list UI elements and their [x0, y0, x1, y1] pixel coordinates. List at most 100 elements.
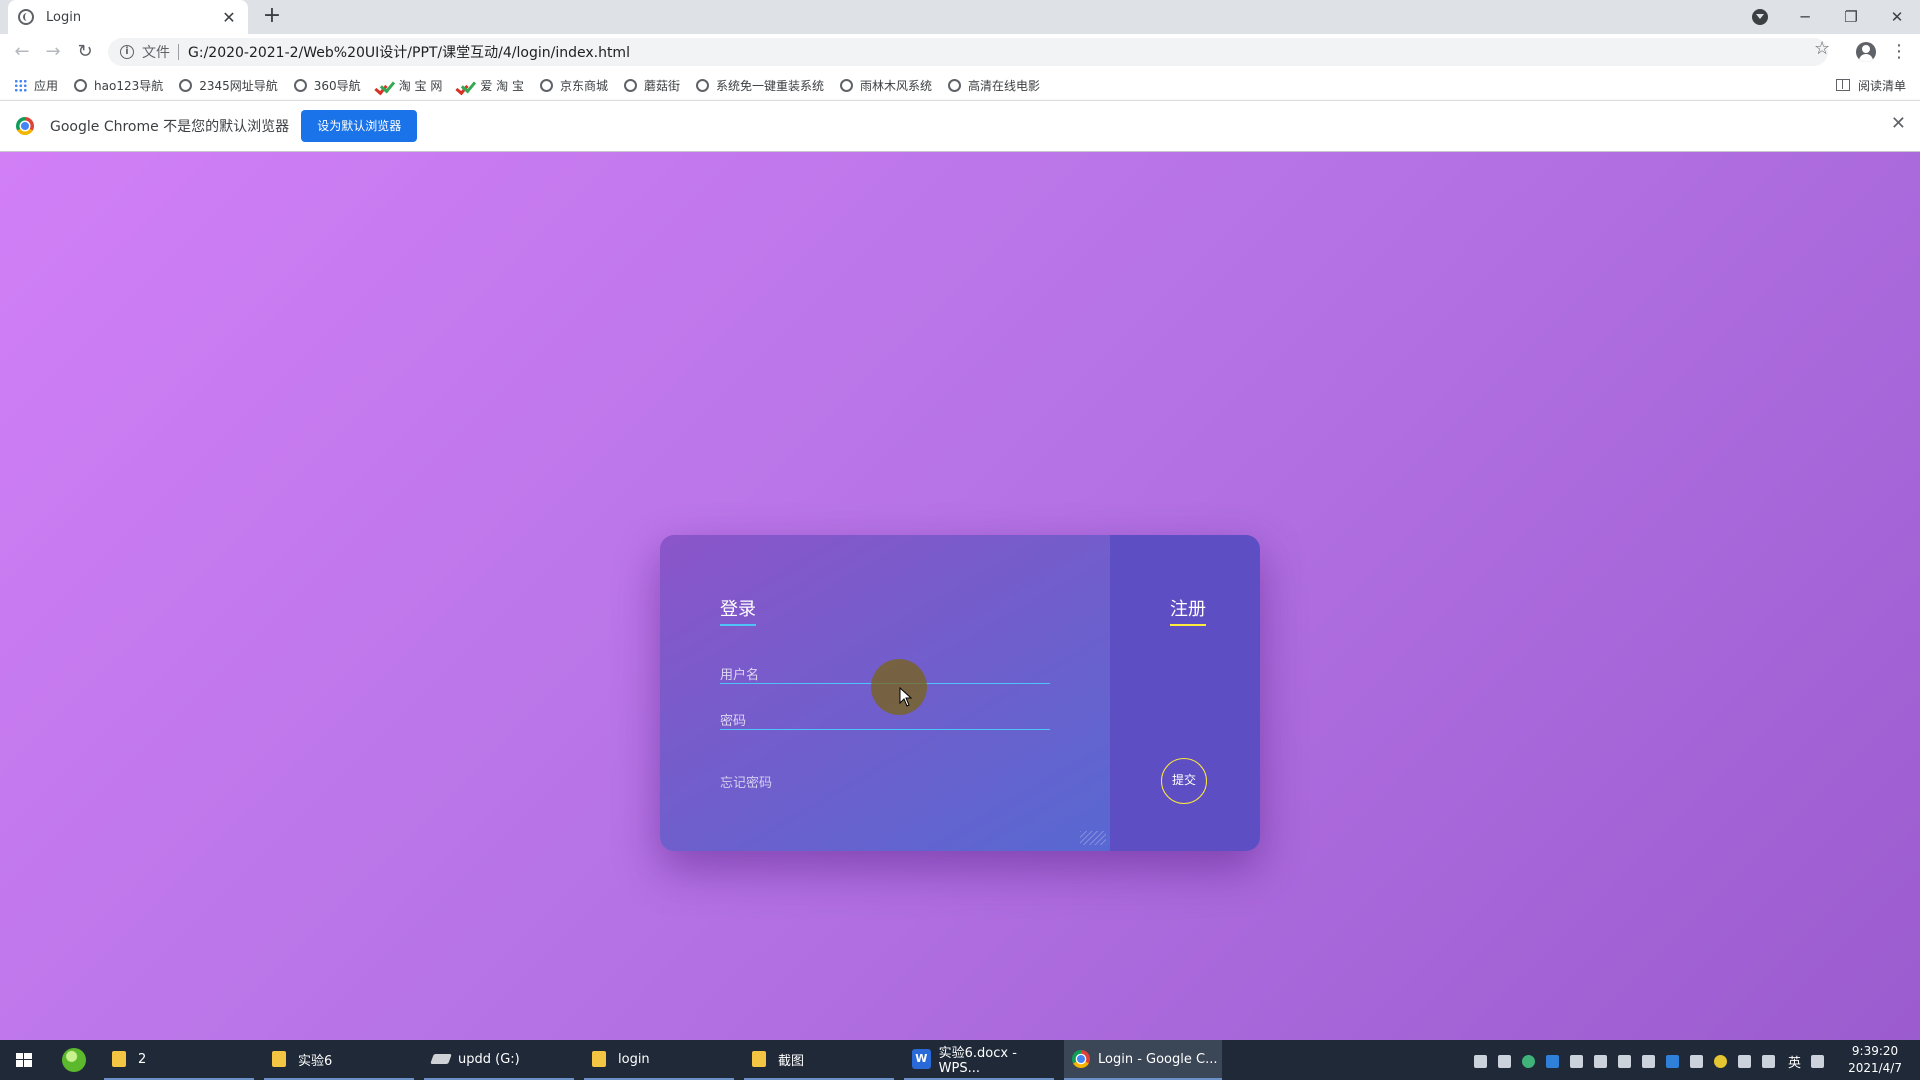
register-tab[interactable]: 注册 [1170, 595, 1206, 626]
bookmark-label: hao123导航 [94, 78, 164, 93]
bookmark-item[interactable]: 360导航 [293, 77, 361, 94]
bookmark-label: 蘑菇街 [643, 78, 680, 93]
globe-icon [18, 9, 34, 25]
taskbar-item[interactable]: 实验6 [264, 1040, 414, 1080]
tray-icon[interactable] [1594, 1055, 1607, 1068]
close-window-button[interactable]: ✕ [1874, 0, 1920, 34]
chrome-logo-icon [16, 117, 34, 135]
taskbar-item[interactable]: 2 [104, 1040, 254, 1080]
tab-close-icon[interactable]: ✕ [220, 8, 238, 27]
globe-icon [539, 78, 553, 92]
forward-button[interactable]: → [41, 40, 65, 64]
taskbar-clock[interactable]: 9:39:20 2021/4/7 [1848, 1043, 1902, 1077]
clock-date: 2021/4/7 [1848, 1061, 1902, 1075]
reading-list-button[interactable]: 阅读清单 [1835, 70, 1906, 100]
reload-button[interactable]: ↻ [73, 40, 97, 64]
taskbar-item-label: updd (G:) [458, 1051, 520, 1067]
start-button[interactable] [0, 1040, 48, 1080]
bookmark-label: 爱 淘 宝 [480, 78, 524, 93]
globe-icon [948, 78, 962, 92]
bookmark-apps[interactable]: 应用 [14, 77, 58, 94]
tray-icon[interactable] [1690, 1055, 1703, 1068]
tab-title: Login [46, 9, 82, 25]
tray-icon[interactable] [1474, 1055, 1487, 1068]
tray-icon[interactable] [1714, 1055, 1727, 1068]
infobar-close-icon[interactable]: ✕ [1891, 113, 1906, 134]
restore-button[interactable]: ❐ [1828, 0, 1874, 34]
bookmark-label: 雨林木风系统 [860, 78, 933, 93]
info-icon[interactable]: i [120, 45, 134, 59]
browser-toolbar: ← → ↻ i 文件 G:/2020-2021-2/Web%20UI设计/PPT… [0, 34, 1920, 70]
globe-icon [623, 78, 637, 92]
browser-menu-icon[interactable]: ⋮ [1890, 40, 1908, 64]
bookmark-item[interactable]: 爱 淘 宝 [458, 77, 524, 94]
volume-icon[interactable] [1762, 1055, 1775, 1068]
drive-icon [430, 1054, 452, 1064]
address-bar[interactable]: i 文件 G:/2020-2021-2/Web%20UI设计/PPT/课堂互动/… [108, 38, 1828, 66]
taobao-icon [377, 79, 393, 91]
bookmark-star-icon[interactable]: ☆ [1814, 38, 1830, 59]
taskbar-item[interactable]: 截图 [744, 1040, 894, 1080]
taobao-icon [458, 79, 474, 91]
taskbar: 2 实验6 updd (G:) login 截图 W 实验6.docx - WP… [0, 1040, 1920, 1080]
folder-icon [112, 1051, 126, 1067]
tray-icon[interactable] [1522, 1055, 1535, 1068]
bookmark-item[interactable]: hao123导航 [74, 77, 163, 94]
tray-icon[interactable] [1498, 1055, 1511, 1068]
minimize-button[interactable]: ─ [1782, 0, 1828, 34]
bookmark-item[interactable]: 蘑菇街 [623, 77, 680, 94]
bookmarks-bar: 应用 hao123导航 2345网址导航 360导航 淘 宝 网 爱 淘 宝 京… [0, 70, 1920, 100]
taskbar-item-active[interactable]: Login - Google C... [1064, 1040, 1222, 1080]
tray-icon[interactable] [1618, 1055, 1631, 1068]
system-tray: 英 [1474, 1052, 1835, 1071]
bookmark-label: 系统免一键重装系统 [716, 78, 825, 93]
tray-icon[interactable] [1666, 1055, 1679, 1068]
submit-button[interactable]: 提交 [1161, 758, 1207, 804]
tab-strip: Login ✕ + ─ ❐ ✕ [0, 0, 1920, 34]
new-tab-button[interactable]: + [260, 5, 284, 29]
folder-icon [752, 1051, 766, 1067]
bookmark-label: 360导航 [313, 78, 361, 93]
apps-grid-icon [14, 78, 27, 92]
password-placeholder: 密码 [720, 714, 747, 729]
taskbar-item[interactable]: login [584, 1040, 734, 1080]
tab-search-icon[interactable] [1752, 9, 1768, 25]
windows-logo-icon [16, 1053, 32, 1068]
taskbar-item-label: 实验6 [298, 1053, 333, 1069]
taskbar-item[interactable]: updd (G:) [424, 1040, 574, 1080]
login-tab[interactable]: 登录 [720, 595, 756, 626]
chrome-icon [1072, 1050, 1090, 1068]
bookmark-label: 2345网址导航 [199, 78, 278, 93]
bookmark-item[interactable]: 雨林木风系统 [840, 77, 932, 94]
tray-icon[interactable] [1570, 1055, 1583, 1068]
browser-tab-login[interactable]: Login ✕ [8, 0, 248, 34]
tray-icon[interactable] [1546, 1055, 1559, 1068]
bookmark-item[interactable]: 2345网址导航 [179, 77, 278, 94]
set-default-browser-button[interactable]: 设为默认浏览器 [301, 110, 418, 142]
bookmark-label: 京东商城 [559, 78, 608, 93]
login-card: 登录 用户名 密码 忘记密码 注册 提交 [660, 535, 1260, 851]
back-button[interactable]: ← [10, 40, 34, 64]
reading-list-icon [1835, 79, 1850, 91]
account-icon[interactable] [1856, 42, 1876, 62]
globe-icon [696, 78, 709, 92]
input-method-indicator[interactable]: 英 [1788, 1052, 1801, 1071]
wps-writer-icon: W [912, 1049, 931, 1069]
clock-time: 9:39:20 [1851, 1044, 1899, 1058]
tray-icon[interactable] [1642, 1055, 1655, 1068]
username-placeholder: 用户名 [720, 668, 760, 683]
keyboard-icon[interactable] [1811, 1055, 1825, 1068]
address-url[interactable]: G:/2020-2021-2/Web%20UI设计/PPT/课堂互动/4/log… [188, 42, 630, 62]
taskbar-item-label: Login - Google C... [1098, 1051, 1218, 1067]
forgot-password-link[interactable]: 忘记密码 [720, 772, 772, 791]
folder-icon [272, 1051, 286, 1067]
taskbar-item[interactable]: W 实验6.docx - WPS... [904, 1040, 1054, 1080]
bookmark-item[interactable]: 淘 宝 网 [377, 77, 443, 94]
taskbar-item-label: 截图 [778, 1053, 805, 1069]
bookmark-item[interactable]: 高清在线电影 [948, 77, 1040, 94]
network-icon[interactable] [1738, 1055, 1751, 1068]
bookmark-item[interactable]: 系统免一键重装系统 [696, 77, 824, 94]
bookmark-item[interactable]: 京东商城 [539, 77, 608, 94]
browser-360-icon[interactable] [62, 1048, 86, 1072]
bookmark-label: 淘 宝 网 [398, 78, 443, 93]
